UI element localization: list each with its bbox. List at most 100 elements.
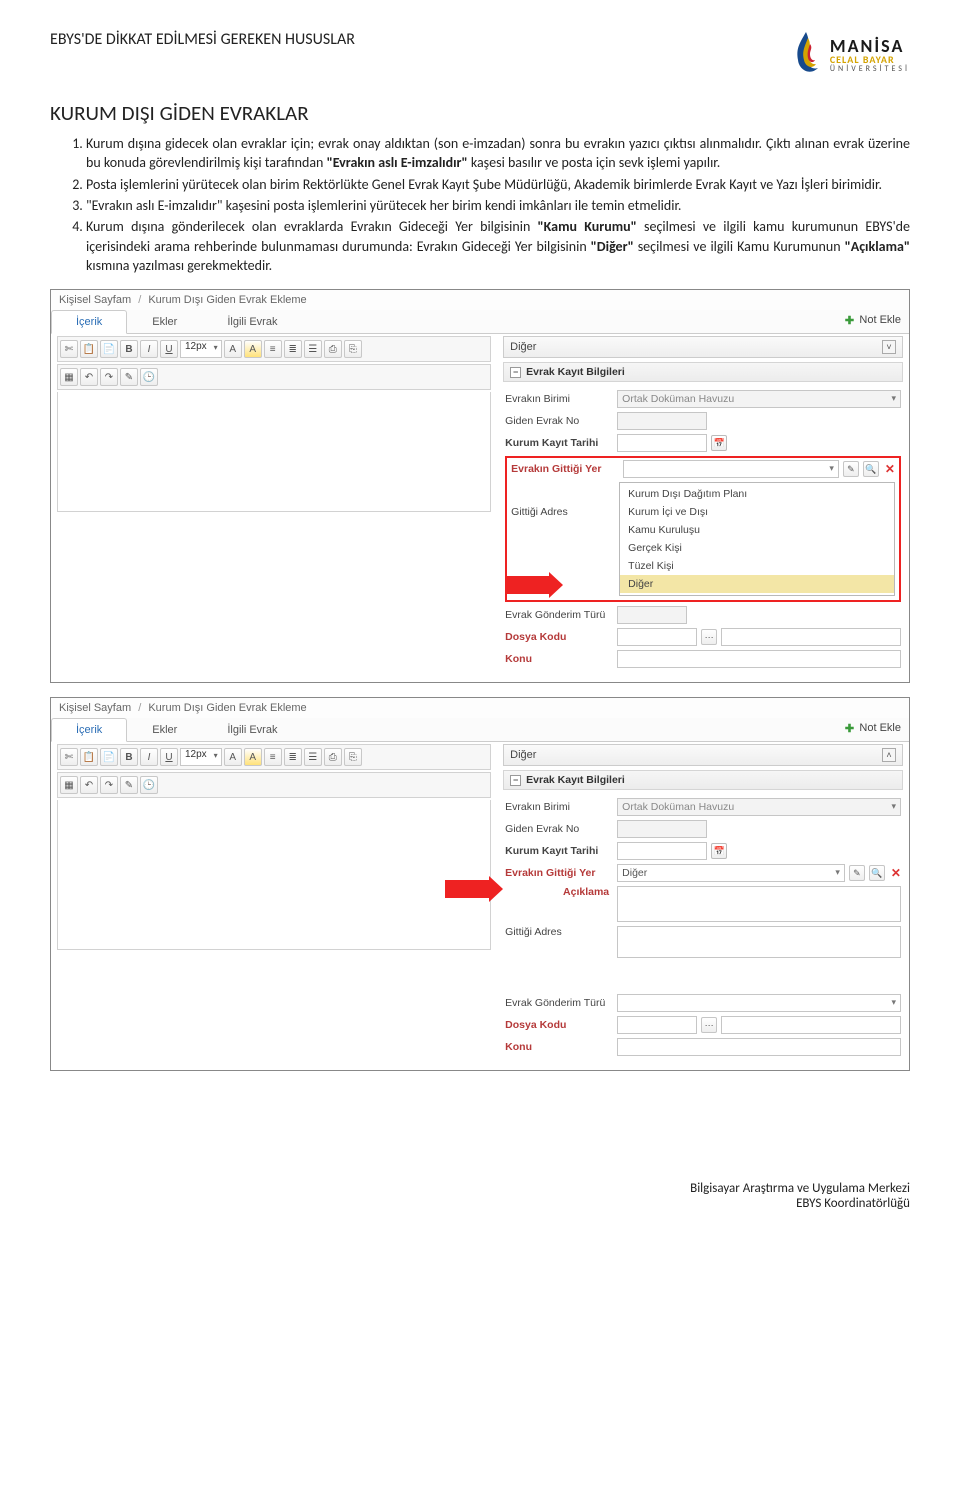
calendar-icon[interactable]: 📅 (711, 843, 727, 859)
underline-button[interactable]: U (160, 340, 178, 358)
toolbar-button[interactable]: ▦ (60, 368, 78, 386)
section-heading: KURUM DIŞI GİDEN EVRAKLAR (50, 100, 910, 126)
document-running-header: EBYS'DE DİKKAT EDİLMESİ GEREKEN HUSUSLAR (50, 30, 355, 49)
select-evrakin-birimi[interactable]: Ortak Doküman Havuzu (617, 798, 901, 816)
flame-icon (788, 30, 824, 80)
undo-button[interactable]: ↶ (80, 368, 98, 386)
italic-button[interactable]: I (140, 340, 158, 358)
chevron-down-icon[interactable]: ˅ (882, 340, 896, 354)
breadcrumb-part[interactable]: Kişisel Sayfam (59, 702, 131, 714)
underline-button[interactable]: U (160, 748, 178, 766)
dropdown-option[interactable]: Gerçek Kişi (620, 539, 894, 557)
toolbar-button[interactable]: 📄 (100, 748, 118, 766)
font-color-button[interactable]: A (224, 340, 242, 358)
tab-ilgili-evrak[interactable]: İlgili Evrak (202, 310, 302, 334)
toolbar-button[interactable]: ⎘ (344, 748, 362, 766)
highlight-button[interactable]: A (244, 748, 262, 766)
undo-button[interactable]: ↶ (80, 776, 98, 794)
toolbar-button[interactable]: 📄 (100, 340, 118, 358)
breadcrumb-part[interactable]: Kurum Dışı Giden Evrak Ekleme (148, 702, 306, 714)
redo-button[interactable]: ↷ (100, 776, 118, 794)
textarea-aciklama[interactable] (617, 886, 901, 922)
rich-text-editor[interactable] (57, 800, 491, 950)
edit-icon[interactable]: ✎ (849, 865, 865, 881)
input-kurum-kayit-tarihi[interactable] (617, 434, 707, 452)
collapse-icon[interactable]: − (510, 775, 521, 786)
clear-icon[interactable]: ✕ (891, 866, 901, 880)
calendar-icon[interactable]: 📅 (711, 435, 727, 451)
tab-icerik[interactable]: İçerik (51, 718, 127, 742)
tab-ekler[interactable]: Ekler (127, 310, 202, 334)
breadcrumb-part[interactable]: Kişisel Sayfam (59, 294, 131, 306)
toolbar-button[interactable]: ⎘ (344, 340, 362, 358)
clear-icon[interactable]: ✕ (885, 462, 895, 476)
input-kurum-kayit-tarihi[interactable] (617, 842, 707, 860)
rich-text-editor[interactable] (57, 392, 491, 512)
toolbar-button[interactable]: ✎ (120, 776, 138, 794)
dropdown-option[interactable]: Kurum Dışı Dağıtım Planı (620, 485, 894, 503)
lookup-icon[interactable]: ⋯ (701, 629, 717, 645)
right-panel-title: Diğer (510, 749, 536, 761)
bold-button[interactable]: B (120, 748, 138, 766)
plus-icon: ✚ (843, 314, 855, 326)
font-color-button[interactable]: A (224, 748, 242, 766)
toolbar-button[interactable]: ⎙ (324, 340, 342, 358)
input-konu[interactable] (617, 650, 901, 668)
not-ekle-button[interactable]: ✚ Not Ekle (843, 314, 901, 326)
label-dosya-kodu: Dosya Kodu (505, 631, 613, 643)
toolbar-button[interactable]: ☰ (304, 340, 322, 358)
italic-button[interactable]: I (140, 748, 158, 766)
chevron-up-icon[interactable]: ˄ (882, 748, 896, 762)
search-icon[interactable]: 🔍 (869, 865, 885, 881)
toolbar-button[interactable]: 📋 (80, 340, 98, 358)
breadcrumb-part[interactable]: Kurum Dışı Giden Evrak Ekleme (148, 294, 306, 306)
input-dosya-kodu-desc[interactable] (721, 628, 901, 646)
toolbar-button[interactable]: 🕒 (140, 776, 158, 794)
dropdown-option[interactable]: Kurum İçi ve Dışı (620, 503, 894, 521)
tab-ilgili-evrak[interactable]: İlgili Evrak (202, 718, 302, 742)
lookup-icon[interactable]: ⋯ (701, 1017, 717, 1033)
breadcrumb: Kişisel Sayfam / Kurum Dışı Giden Evrak … (51, 698, 909, 718)
edit-icon[interactable]: ✎ (843, 461, 859, 477)
redo-button[interactable]: ↷ (100, 368, 118, 386)
toolbar-button[interactable]: ✄ (60, 748, 78, 766)
font-size-select[interactable]: 12px (180, 748, 222, 766)
font-size-select[interactable]: 12px (180, 340, 222, 358)
toolbar-button[interactable]: ≡ (264, 340, 282, 358)
toolbar-button[interactable]: ≣ (284, 340, 302, 358)
toolbar-button[interactable]: ✄ (60, 340, 78, 358)
dropdown-option[interactable]: Tüzel Kişi (620, 557, 894, 575)
section-evrak-kayit-bilgileri[interactable]: − Evrak Kayıt Bilgileri (503, 362, 903, 382)
select-evrakin-birimi[interactable]: Ortak Doküman Havuzu (617, 390, 901, 408)
tab-icerik[interactable]: İçerik (51, 310, 127, 334)
toolbar-button[interactable]: 📋 (80, 748, 98, 766)
right-panel-header[interactable]: Diğer ˄ (503, 744, 903, 766)
highlight-button[interactable]: A (244, 340, 262, 358)
toolbar-button[interactable]: ✎ (120, 368, 138, 386)
label-evrakin-gittigi-yer: Evrakın Gittiği Yer (511, 463, 619, 475)
input-dosya-kodu[interactable] (617, 628, 697, 646)
dropdown-option-highlighted[interactable]: Diğer (620, 575, 894, 593)
not-ekle-button[interactable]: ✚ Not Ekle (843, 722, 901, 734)
bold-button[interactable]: B (120, 340, 138, 358)
dropdown-option[interactable]: Kamu Kuruluşu (620, 521, 894, 539)
search-icon[interactable]: 🔍 (863, 461, 879, 477)
dropdown-options-list[interactable]: Kurum Dışı Dağıtım Planı Kurum İçi ve Dı… (619, 482, 895, 596)
input-dosya-kodu-desc[interactable] (721, 1016, 901, 1034)
select-evrak-gonderim-turu[interactable] (617, 994, 901, 1012)
select-evrakin-gittigi-yer[interactable] (623, 460, 839, 478)
input-dosya-kodu[interactable] (617, 1016, 697, 1034)
toolbar-button[interactable]: ≡ (264, 748, 282, 766)
textarea-gittigi-adres[interactable] (617, 926, 901, 958)
tab-ekler[interactable]: Ekler (127, 718, 202, 742)
input-konu[interactable] (617, 1038, 901, 1056)
toolbar-button[interactable]: 🕒 (140, 368, 158, 386)
select-evrakin-gittigi-yer[interactable]: Diğer (617, 864, 845, 882)
toolbar-button[interactable]: ≣ (284, 748, 302, 766)
right-panel-header[interactable]: Diğer ˅ (503, 336, 903, 358)
toolbar-button[interactable]: ⎙ (324, 748, 342, 766)
toolbar-button[interactable]: ▦ (60, 776, 78, 794)
toolbar-button[interactable]: ☰ (304, 748, 322, 766)
collapse-icon[interactable]: − (510, 367, 521, 378)
section-evrak-kayit-bilgileri[interactable]: − Evrak Kayıt Bilgileri (503, 770, 903, 790)
